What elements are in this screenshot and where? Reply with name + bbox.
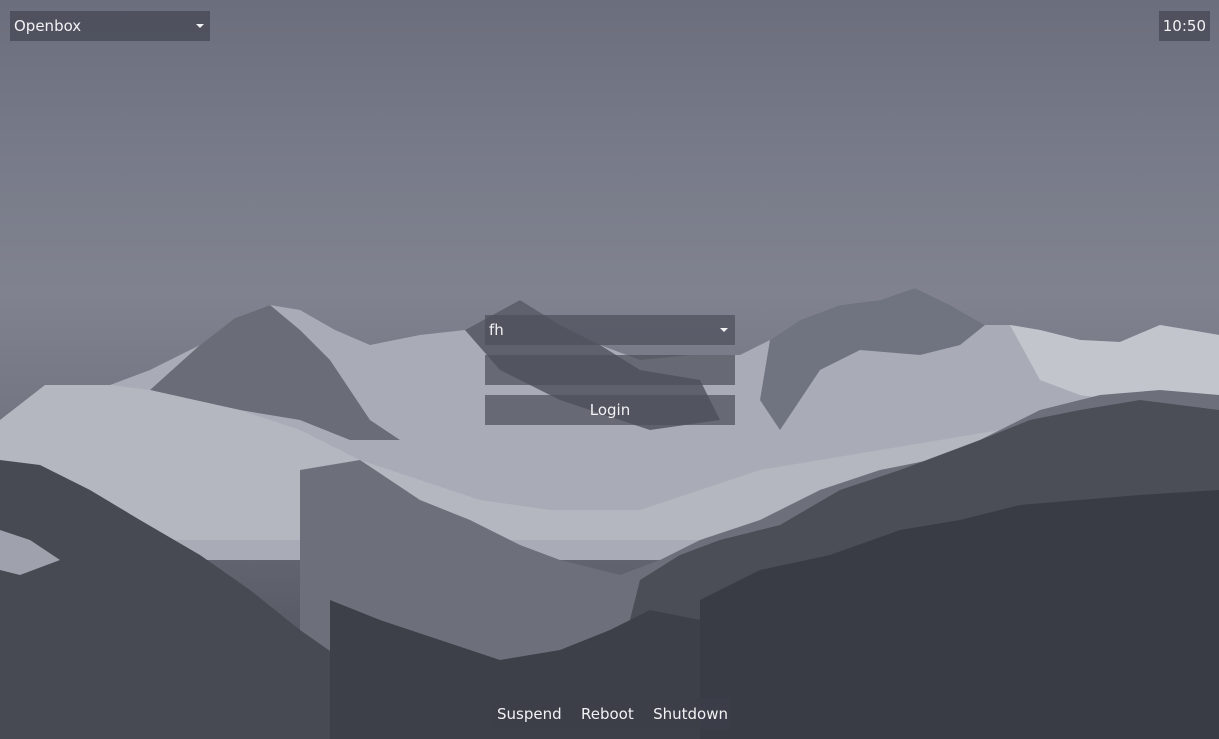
user-label: fh	[489, 321, 504, 339]
reboot-button[interactable]: Reboot	[581, 705, 634, 723]
login-form: fh Login	[485, 315, 735, 425]
login-screen: Openbox 10:50 fh Login Suspend Reboot Sh…	[0, 0, 1219, 739]
chevron-down-icon	[720, 328, 728, 332]
chevron-down-icon	[196, 24, 204, 28]
suspend-button[interactable]: Suspend	[497, 705, 562, 723]
power-bar: Suspend Reboot Shutdown	[490, 698, 730, 729]
shutdown-button[interactable]: Shutdown	[653, 705, 728, 723]
password-field[interactable]	[485, 355, 735, 385]
login-button[interactable]: Login	[485, 395, 735, 425]
user-dropdown[interactable]: fh	[485, 315, 735, 345]
clock: 10:50	[1158, 11, 1210, 41]
session-label: Openbox	[14, 17, 82, 35]
session-dropdown[interactable]: Openbox	[10, 11, 210, 41]
